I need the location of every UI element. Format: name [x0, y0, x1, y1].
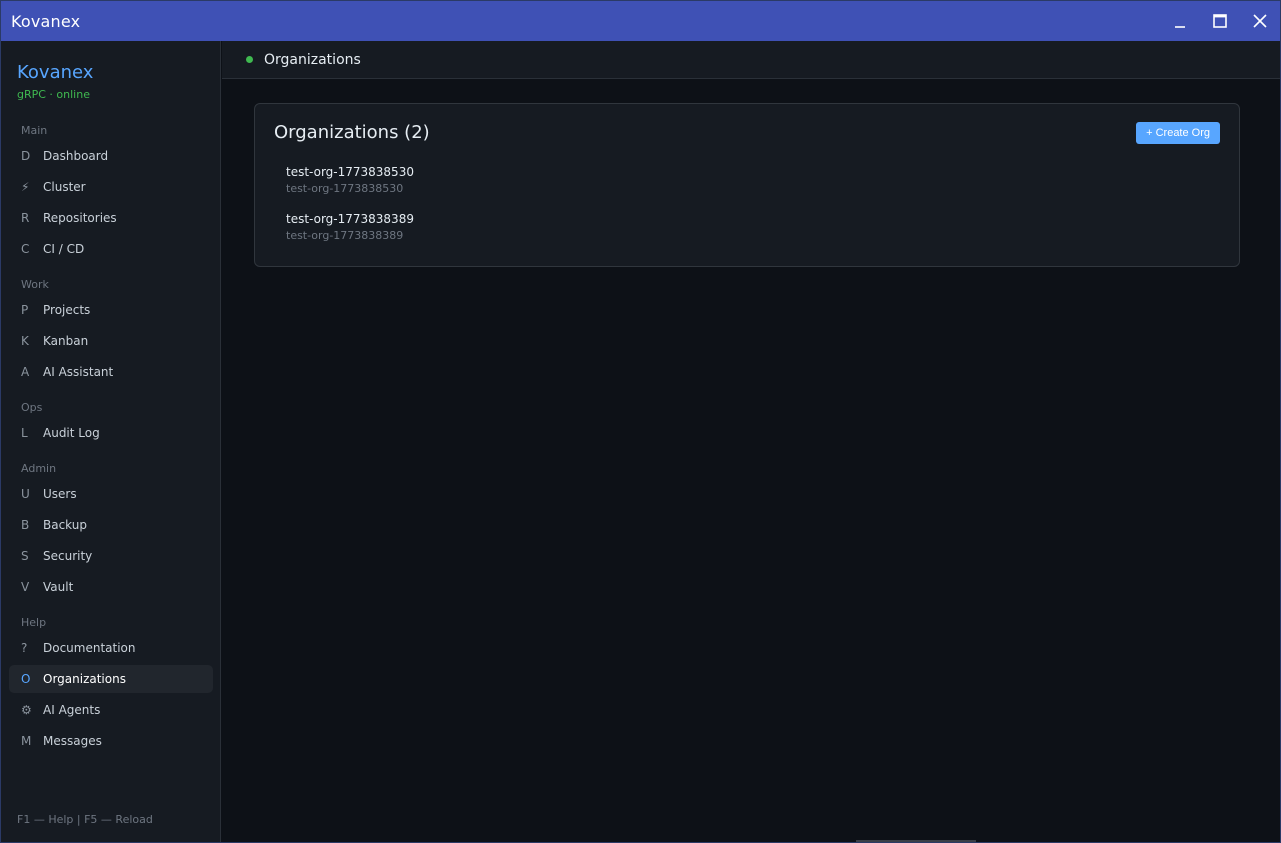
sidebar-item-kanban[interactable]: K Kanban [9, 327, 213, 355]
lightning-icon: ⚡ [21, 180, 30, 194]
sidebar-item-label: AI Agents [43, 703, 101, 717]
minimize-button[interactable] [1160, 1, 1200, 41]
sidebar-item-ai-agents[interactable]: ⚙ AI Agents [9, 696, 213, 724]
sidebar-item-security[interactable]: S Security [9, 542, 213, 570]
sidebar-item-organizations[interactable]: O Organizations [9, 665, 213, 693]
status-dot-icon [246, 56, 253, 63]
sidebar-item-label: Dashboard [43, 149, 109, 163]
org-slug: test-org-1773838530 [286, 182, 404, 195]
page-header: Organizations [222, 41, 1280, 79]
sidebar-item-label: CI / CD [43, 242, 85, 256]
resize-edge [856, 840, 976, 842]
sidebar-item-label: Cluster [43, 180, 86, 194]
create-org-button[interactable]: + Create Org [1136, 122, 1220, 144]
keyboard-shortcuts-hint: F1 — Help | F5 — Reload [17, 813, 153, 826]
list-item[interactable]: test-org-1773838530 test-org-1773838530 [286, 165, 414, 195]
repositories-key-icon: R [21, 211, 30, 225]
sidebar: Kovanex gRPC · online Main D Dashboard ⚡… [1, 41, 221, 842]
section-label-work: Work [21, 278, 49, 291]
sidebar-item-dashboard[interactable]: D Dashboard [9, 142, 213, 170]
section-label-help: Help [21, 616, 47, 629]
card-title: Organizations (2) [274, 122, 430, 143]
sidebar-item-label: Organizations [43, 672, 126, 686]
sidebar-item-label: AI Assistant [43, 365, 114, 379]
users-key-icon: U [21, 487, 30, 501]
section-label-main: Main [21, 124, 48, 137]
close-button[interactable] [1240, 1, 1280, 41]
sidebar-item-backup[interactable]: B Backup [9, 511, 213, 539]
sidebar-item-label: Repositories [43, 211, 117, 225]
section-label-admin: Admin [21, 462, 57, 475]
sidebar-item-label: Users [43, 487, 77, 501]
sidebar-item-vault[interactable]: V Vault [9, 573, 213, 601]
sidebar-item-label: Kanban [43, 334, 89, 348]
window-controls [1160, 1, 1280, 41]
sidebar-item-label: Documentation [43, 641, 136, 655]
organizations-key-icon: O [21, 672, 31, 686]
gear-icon: ⚙ [21, 703, 32, 717]
title-bar: Kovanex [1, 1, 1280, 41]
sidebar-item-label: Audit Log [43, 426, 100, 440]
sidebar-item-label: Messages [43, 734, 102, 748]
ci-cd-key-icon: C [21, 242, 30, 256]
vault-key-icon: V [21, 580, 30, 594]
sidebar-item-audit-log[interactable]: L Audit Log [9, 419, 213, 447]
kanban-key-icon: K [21, 334, 29, 348]
sidebar-item-repositories[interactable]: R Repositories [9, 204, 213, 232]
close-icon [1253, 14, 1267, 28]
ai-assistant-key-icon: A [21, 365, 30, 379]
security-key-icon: S [21, 549, 29, 563]
brand-name: Kovanex [17, 62, 94, 83]
backup-key-icon: B [21, 518, 30, 532]
organizations-card: Organizations (2) + Create Org test-org-… [254, 103, 1240, 267]
window-title: Kovanex [11, 11, 81, 31]
org-slug: test-org-1773838389 [286, 229, 404, 242]
sidebar-item-projects[interactable]: P Projects [9, 296, 213, 324]
sidebar-item-messages[interactable]: M Messages [9, 727, 213, 755]
sidebar-item-label: Projects [43, 303, 91, 317]
brand: Kovanex gRPC · online [17, 62, 94, 102]
sidebar-item-label: Security [43, 549, 93, 563]
sidebar-item-users[interactable]: U Users [9, 480, 213, 508]
messages-key-icon: M [21, 734, 32, 748]
dashboard-key-icon: D [21, 149, 31, 163]
sidebar-item-ci-cd[interactable]: C CI / CD [9, 235, 213, 263]
app-window: Kovanex Kovanex gRPC · online Main D Das… [0, 0, 1281, 843]
sidebar-item-cluster[interactable]: ⚡ Cluster [9, 173, 213, 201]
sidebar-item-ai-assistant[interactable]: A AI Assistant [9, 358, 213, 386]
maximize-icon [1213, 14, 1227, 28]
minimize-icon [1175, 26, 1185, 28]
sidebar-item-label: Vault [43, 580, 74, 594]
sidebar-item-documentation[interactable]: ? Documentation [9, 634, 213, 662]
connection-status: gRPC · online [17, 88, 90, 101]
org-name: test-org-1773838530 [286, 165, 414, 179]
projects-key-icon: P [21, 303, 29, 317]
sidebar-item-label: Backup [43, 518, 87, 532]
question-icon: ? [21, 641, 28, 655]
audit-log-key-icon: L [21, 426, 28, 440]
maximize-button[interactable] [1200, 1, 1240, 41]
page-title: Organizations [264, 51, 361, 68]
section-label-ops: Ops [21, 401, 43, 414]
list-item[interactable]: test-org-1773838389 test-org-1773838389 [286, 212, 414, 242]
org-name: test-org-1773838389 [286, 212, 414, 226]
